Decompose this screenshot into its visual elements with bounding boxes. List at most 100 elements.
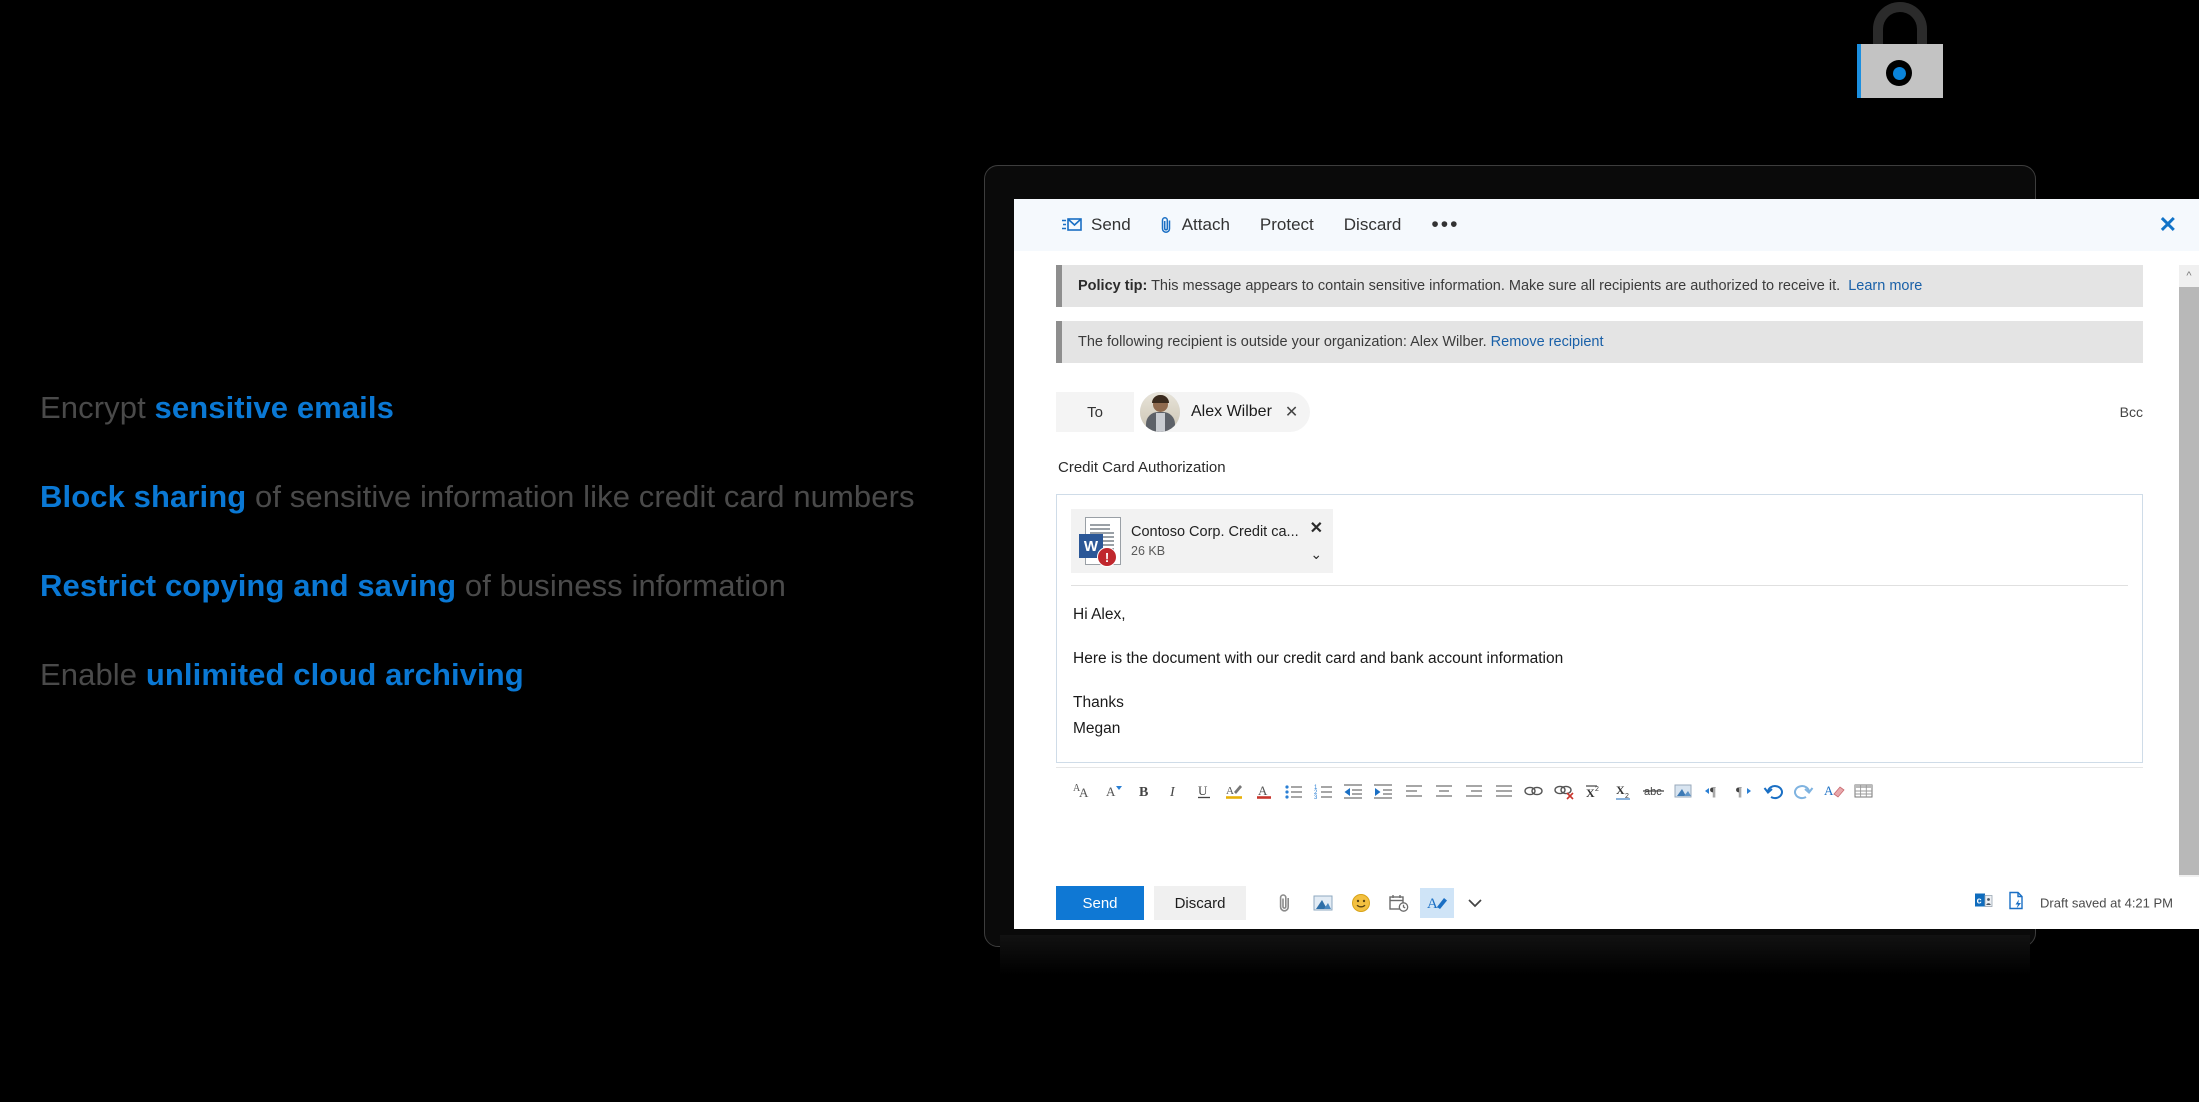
svg-text:U: U bbox=[1198, 783, 1208, 798]
strikethrough-icon[interactable]: abc bbox=[1640, 778, 1668, 804]
svg-text:2: 2 bbox=[1595, 786, 1599, 793]
external-recipient-bar: The following recipient is outside your … bbox=[1056, 321, 2143, 363]
svg-text:A: A bbox=[1258, 783, 1268, 798]
command-discard-button[interactable]: Discard bbox=[1344, 215, 1402, 235]
bulleted-list-icon[interactable] bbox=[1280, 778, 1308, 804]
attachment-menu-chevron-icon[interactable]: ⌄ bbox=[1310, 547, 1322, 561]
word-document-icon: W ! bbox=[1079, 517, 1121, 567]
emoji-icon[interactable] bbox=[1344, 888, 1378, 918]
scroll-up-arrow-icon[interactable]: ^ bbox=[2179, 265, 2199, 287]
recipient-pill[interactable]: Alex Wilber ✕ bbox=[1140, 392, 1311, 432]
body-paragraph: Here is the document with our credit car… bbox=[1073, 650, 1564, 667]
svg-text:c: c bbox=[1977, 896, 1982, 906]
padlock-accent-edge bbox=[1857, 44, 1861, 98]
outlook-addin-icon[interactable]: c bbox=[1974, 892, 1994, 915]
svg-text:B: B bbox=[1139, 785, 1148, 800]
warning-badge-icon: ! bbox=[1097, 547, 1117, 567]
command-protect-button[interactable]: Protect bbox=[1260, 215, 1314, 235]
command-send-label: Send bbox=[1091, 215, 1131, 234]
compose-scroll-region: ^ Policy tip: This message appears to co… bbox=[1014, 265, 2199, 929]
marketing-line: Encrypt sensitive emails bbox=[40, 385, 960, 430]
underline-icon[interactable]: U bbox=[1190, 778, 1218, 804]
rtl-icon[interactable]: ¶ bbox=[1730, 778, 1758, 804]
svg-text:X: X bbox=[1616, 783, 1625, 797]
marketing-line-pre: Encrypt bbox=[40, 390, 155, 425]
learn-more-link[interactable]: Learn more bbox=[1848, 278, 1922, 294]
insert-picture-icon[interactable] bbox=[1306, 888, 1340, 918]
numbered-list-icon[interactable]: 123 bbox=[1310, 778, 1338, 804]
attachment-size: 26 KB bbox=[1131, 544, 1166, 558]
justify-icon[interactable] bbox=[1490, 778, 1518, 804]
bold-icon[interactable]: B bbox=[1130, 778, 1158, 804]
align-right-icon[interactable] bbox=[1460, 778, 1488, 804]
svg-text:A: A bbox=[1427, 896, 1438, 912]
font-color-icon[interactable]: A bbox=[1250, 778, 1278, 804]
insert-link-icon[interactable] bbox=[1520, 778, 1548, 804]
to-field-button[interactable]: To bbox=[1056, 392, 1134, 432]
compose-command-bar: Send Attach Protect Discard ••• ✕ bbox=[1014, 199, 2199, 251]
insert-table-icon[interactable] bbox=[1850, 778, 1878, 804]
font-color-dropdown-icon[interactable]: A bbox=[1100, 778, 1128, 804]
remove-link-icon[interactable] bbox=[1550, 778, 1578, 804]
external-recipient-text: The following recipient is outside your … bbox=[1078, 334, 1487, 350]
svg-text:I: I bbox=[1169, 785, 1176, 800]
device-base bbox=[1000, 935, 2030, 975]
marketing-line-bold: unlimited cloud archiving bbox=[145, 657, 524, 692]
highlight-icon[interactable]: A bbox=[1220, 778, 1248, 804]
increase-indent-icon[interactable] bbox=[1370, 778, 1398, 804]
insert-image-icon[interactable] bbox=[1670, 778, 1698, 804]
bcc-button[interactable]: Bcc bbox=[2120, 404, 2143, 420]
command-more-button[interactable]: ••• bbox=[1431, 214, 1459, 235]
svg-text:A: A bbox=[1226, 785, 1234, 797]
command-send-button[interactable]: Send bbox=[1062, 215, 1131, 235]
marketing-copy: Encrypt sensitive emails Block sharing o… bbox=[40, 385, 960, 697]
svg-text:A: A bbox=[1079, 785, 1089, 800]
draft-saved-status: Draft saved at 4:21 PM bbox=[2040, 895, 2173, 911]
subject-input[interactable]: Credit Card Authorization bbox=[1056, 459, 2143, 476]
discard-button[interactable]: Discard bbox=[1154, 886, 1246, 920]
padlock-icon bbox=[1845, 2, 1955, 98]
clear-formatting-icon[interactable]: A bbox=[1820, 778, 1848, 804]
formatting-icon[interactable]: A bbox=[1420, 888, 1454, 918]
vertical-scrollbar[interactable]: ^ bbox=[2179, 265, 2199, 925]
compose-action-bar: Send Discard A c Draft saved at 4:21 PM bbox=[1014, 877, 2199, 929]
paperclip-icon bbox=[1161, 216, 1173, 234]
outlook-compose-window: Send Attach Protect Discard ••• ✕ ^ Poli… bbox=[1014, 199, 2199, 929]
remove-attachment-icon[interactable]: ✕ bbox=[1310, 521, 1323, 537]
more-options-chevron-icon[interactable] bbox=[1458, 888, 1492, 918]
svg-text:X: X bbox=[1586, 786, 1595, 800]
remove-recipient-icon[interactable]: ✕ bbox=[1285, 402, 1298, 422]
message-body-editor[interactable]: Hi Alex, Here is the document with our c… bbox=[1057, 586, 2142, 762]
subscript-icon[interactable]: X2 bbox=[1610, 778, 1638, 804]
superscript-icon[interactable]: X2 bbox=[1580, 778, 1608, 804]
command-attach-button[interactable]: Attach bbox=[1161, 215, 1230, 235]
marketing-line-post: of business information bbox=[456, 568, 786, 603]
marketing-line-post: of sensitive information like credit car… bbox=[246, 479, 915, 514]
send-button[interactable]: Send bbox=[1056, 886, 1144, 920]
close-icon[interactable]: ✕ bbox=[2159, 212, 2177, 238]
send-mail-icon bbox=[1062, 217, 1082, 233]
schedule-icon[interactable] bbox=[1382, 888, 1416, 918]
italic-icon[interactable]: I bbox=[1160, 778, 1188, 804]
marketing-line-bold: Restrict copying and saving bbox=[40, 568, 457, 603]
align-left-icon[interactable] bbox=[1400, 778, 1428, 804]
marketing-line: Restrict copying and saving of business … bbox=[40, 563, 960, 608]
remove-recipient-link[interactable]: Remove recipient bbox=[1491, 334, 1604, 350]
policy-tip-label: Policy tip: bbox=[1078, 278, 1148, 294]
svg-text:abc: abc bbox=[1644, 786, 1662, 798]
attachment-card[interactable]: W ! Contoso Corp. Credit ca... 26 KB ✕ ⌄ bbox=[1071, 509, 1333, 573]
redo-icon[interactable] bbox=[1790, 778, 1818, 804]
scrollbar-thumb[interactable] bbox=[2179, 287, 2199, 875]
padlock-keyhole bbox=[1886, 60, 1912, 86]
align-center-icon[interactable] bbox=[1430, 778, 1458, 804]
font-size-icon[interactable]: AA bbox=[1070, 778, 1098, 804]
attach-icon[interactable] bbox=[1268, 888, 1302, 918]
undo-icon[interactable] bbox=[1760, 778, 1788, 804]
ltr-icon[interactable]: ¶ bbox=[1700, 778, 1728, 804]
message-body-panel: W ! Contoso Corp. Credit ca... 26 KB ✕ ⌄… bbox=[1056, 494, 2143, 763]
formatting-toolbar: AA A B I U A A 123 X2 X2 abc ¶ ¶ A bbox=[1056, 767, 2143, 814]
marketing-line-bold: Block sharing bbox=[40, 479, 247, 514]
policy-tip-bar: Policy tip: This message appears to cont… bbox=[1056, 265, 2143, 307]
decrease-indent-icon[interactable] bbox=[1340, 778, 1368, 804]
draft-icon[interactable] bbox=[2008, 891, 2026, 916]
